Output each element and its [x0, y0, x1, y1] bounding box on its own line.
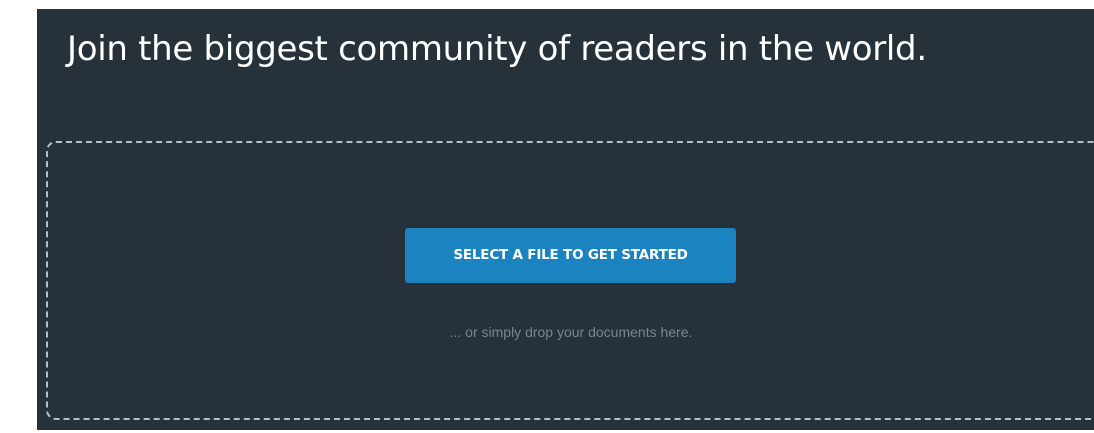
upload-panel: Join the biggest community of readers in… [37, 9, 1094, 430]
hero-headline: Join the biggest community of readers in… [67, 29, 927, 69]
select-file-button[interactable]: SELECT A FILE TO GET STARTED [405, 228, 736, 283]
drop-hint-text: ... or simply drop your documents here. [449, 324, 693, 340]
